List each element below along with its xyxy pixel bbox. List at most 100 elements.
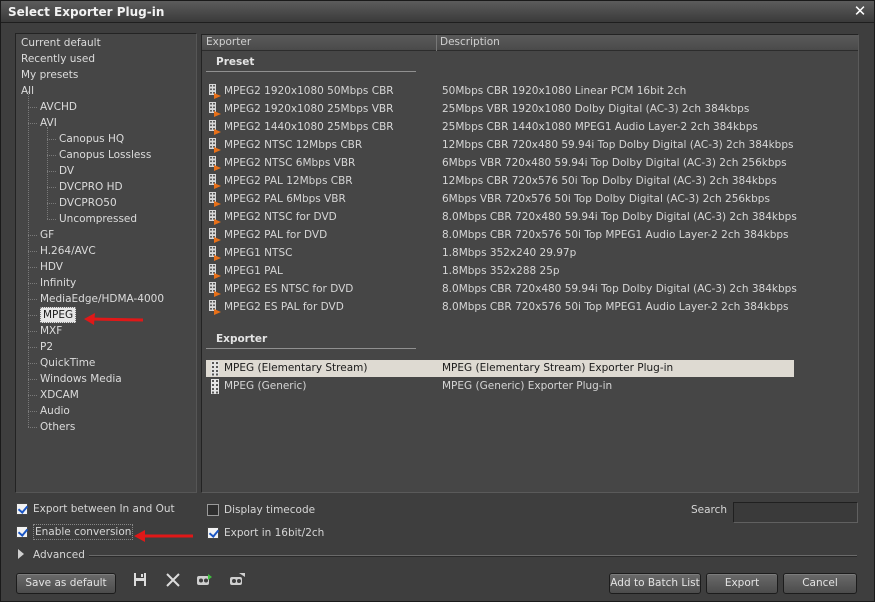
tree-item[interactable]: Others — [40, 419, 75, 435]
tree-item[interactable]: DVCPRO HD — [59, 179, 123, 195]
export-button[interactable]: Export — [706, 573, 778, 594]
export-preset-icon[interactable] — [228, 572, 246, 588]
save-icon[interactable] — [131, 572, 149, 588]
preset-name: MPEG2 PAL for DVD — [224, 229, 328, 241]
tree-item[interactable]: MXF — [40, 323, 62, 339]
preset-description: 8.0Mbps CBR 720x576 50i Top MPEG1 Audio … — [442, 229, 789, 241]
tree-item[interactable]: MediaEdge/HDMA-4000 — [40, 291, 164, 307]
preset-name: MPEG2 PAL 6Mbps VBR — [224, 193, 346, 205]
checkbox-box[interactable] — [207, 504, 219, 516]
preset-row[interactable]: MPEG2 ES NTSC for DVD 8.0Mbps CBR 720x480… — [206, 281, 797, 298]
exporter-name: MPEG (Elementary Stream) — [224, 362, 368, 374]
preset-description: 6Mbps VBR 720x480 59.94i Top Dolby Digit… — [442, 157, 787, 169]
tree-connector — [47, 187, 56, 188]
preset-row[interactable]: MPEG2 ES PAL for DVD 8.0Mbps CBR 720x576 … — [206, 299, 794, 316]
tree-item[interactable]: Canopus HQ — [59, 131, 124, 147]
preset-description: 8.0Mbps CBR 720x576 50i Top MPEG1 Audio … — [442, 301, 789, 313]
exporter-list[interactable]: Exporter Description Preset Exporter MPE… — [201, 34, 859, 493]
tree-item[interactable]: AVI — [40, 115, 57, 131]
advanced-divider — [89, 555, 857, 557]
column-header-description[interactable]: Description — [440, 36, 500, 48]
preset-row[interactable]: MPEG1 NTSC 1.8Mbps 352x240 29.97p — [206, 245, 794, 262]
tree-item[interactable]: Recently used — [21, 51, 95, 67]
tree-connector — [28, 107, 37, 108]
preset-description: 12Mbps CBR 720x480 59.94i Top Dolby Digi… — [442, 139, 794, 151]
delete-icon[interactable] — [164, 572, 182, 588]
tree-connector — [47, 171, 56, 172]
tree-item[interactable]: Audio — [40, 403, 70, 419]
tree-item[interactable]: MPEG — [40, 307, 77, 323]
tree-item[interactable]: Windows Media — [40, 371, 122, 387]
checkbox-box[interactable] — [207, 527, 219, 539]
tree-item[interactable]: Canopus Lossless — [59, 147, 151, 163]
tree-connector — [28, 379, 37, 380]
tree-connector — [47, 155, 56, 156]
add-to-batch-list-button[interactable]: Add to Batch List — [609, 573, 701, 594]
preset-row[interactable]: MPEG1 PAL 1.8Mbps 352x288 25p — [206, 263, 794, 280]
checkbox-box[interactable] — [16, 503, 28, 515]
tree-connector — [47, 219, 56, 220]
preset-row[interactable]: MPEG2 PAL for DVD 8.0Mbps CBR 720x576 50i… — [206, 227, 794, 244]
tree-item[interactable]: P2 — [40, 339, 53, 355]
column-header-exporter[interactable]: Exporter — [206, 36, 251, 48]
group-header-preset: Preset — [216, 56, 255, 68]
tree-connector — [28, 123, 37, 124]
tree-item[interactable]: Infinity — [40, 275, 76, 291]
group-divider — [206, 71, 416, 72]
exporter-row[interactable]: MPEG (Generic) MPEG (Generic) Exporter Pl… — [206, 378, 794, 395]
preset-row[interactable]: MPEG2 PAL 12Mbps CBR 12Mbps CBR 720x576 5… — [206, 173, 794, 190]
tree-connector — [28, 283, 37, 284]
tree-connector — [28, 331, 37, 332]
preset-row[interactable]: MPEG2 NTSC for DVD 8.0Mbps CBR 720x480 59… — [206, 209, 797, 226]
select-exporter-dialog: Select Exporter Plug-in ✕ Current defaul… — [0, 0, 875, 602]
film-preset-icon — [209, 102, 221, 117]
tree-item[interactable]: Uncompressed — [59, 211, 137, 227]
tree-item[interactable]: H.264/AVC — [40, 243, 96, 259]
film-preset-icon — [209, 174, 221, 189]
preset-description: 6Mbps VBR 720x576 50i Top Dolby Digital … — [442, 193, 770, 205]
film-preset-icon — [209, 192, 221, 207]
preset-name: MPEG1 PAL — [224, 265, 283, 277]
tree-item[interactable]: My presets — [21, 67, 78, 83]
tree-item[interactable]: Current default — [21, 35, 101, 51]
preset-description: 50Mbps CBR 1920x1080 Linear PCM 16bit 2c… — [442, 85, 687, 97]
tree-item[interactable]: DVCPRO50 — [59, 195, 117, 211]
import-preset-icon[interactable] — [195, 572, 213, 588]
save-as-default-button[interactable]: Save as default — [16, 573, 116, 594]
tree-item[interactable]: AVCHD — [40, 99, 77, 115]
window-title: Select Exporter Plug-in — [8, 5, 165, 19]
preset-row[interactable]: MPEG2 PAL 6Mbps VBR 6Mbps VBR 720x576 50i… — [206, 191, 794, 208]
film-preset-icon — [209, 228, 221, 243]
close-icon[interactable]: ✕ — [852, 3, 868, 19]
search-input[interactable] — [733, 502, 858, 523]
checkbox-box[interactable] — [16, 526, 28, 538]
tree-item[interactable]: HDV — [40, 259, 63, 275]
export-16bit-label: Export in 16bit/2ch — [224, 527, 325, 539]
advanced-toggle[interactable]: Advanced — [33, 549, 85, 561]
title-bar[interactable]: Select Exporter Plug-in ✕ — [1, 1, 874, 23]
preset-name: MPEG2 NTSC 12Mbps CBR — [224, 139, 363, 151]
film-preset-icon — [209, 120, 221, 135]
expand-triangle-icon[interactable] — [18, 549, 24, 559]
preset-row[interactable]: MPEG2 1920x1080 25Mbps VBR 25Mbps VBR 192… — [206, 101, 794, 118]
annotation-arrow-icon — [84, 313, 144, 325]
search-label: Search — [691, 504, 728, 516]
tree-item[interactable]: XDCAM — [40, 387, 79, 403]
tree-connector — [28, 347, 37, 348]
tree-item[interactable]: GF — [40, 227, 54, 243]
tree-connector — [28, 267, 37, 268]
exporter-row[interactable]: MPEG (Elementary Stream) MPEG (Elementary… — [206, 360, 794, 377]
preset-row[interactable]: MPEG2 NTSC 12Mbps CBR 12Mbps CBR 720x480 … — [206, 137, 794, 154]
preset-row[interactable]: MPEG2 NTSC 6Mbps VBR 6Mbps VBR 720x480 59… — [206, 155, 794, 172]
column-divider[interactable] — [436, 35, 437, 51]
tree-connector — [28, 395, 37, 396]
preset-description: 25Mbps VBR 1920x1080 Dolby Digital (AC-3… — [442, 103, 750, 115]
preset-description: 8.0Mbps CBR 720x480 59.94i Top Dolby Dig… — [442, 283, 797, 295]
cancel-button[interactable]: Cancel — [783, 573, 857, 594]
tree-item[interactable]: DV — [59, 163, 74, 179]
preset-row[interactable]: MPEG2 1920x1080 50Mbps CBR 50Mbps CBR 192… — [206, 83, 794, 100]
preset-row[interactable]: MPEG2 1440x1080 25Mbps CBR 25Mbps CBR 144… — [206, 119, 794, 136]
preset-name: MPEG2 NTSC for DVD — [224, 211, 337, 223]
tree-item[interactable]: QuickTime — [40, 355, 95, 371]
category-tree[interactable]: Current default Recently used My presets Al… — [15, 33, 197, 493]
